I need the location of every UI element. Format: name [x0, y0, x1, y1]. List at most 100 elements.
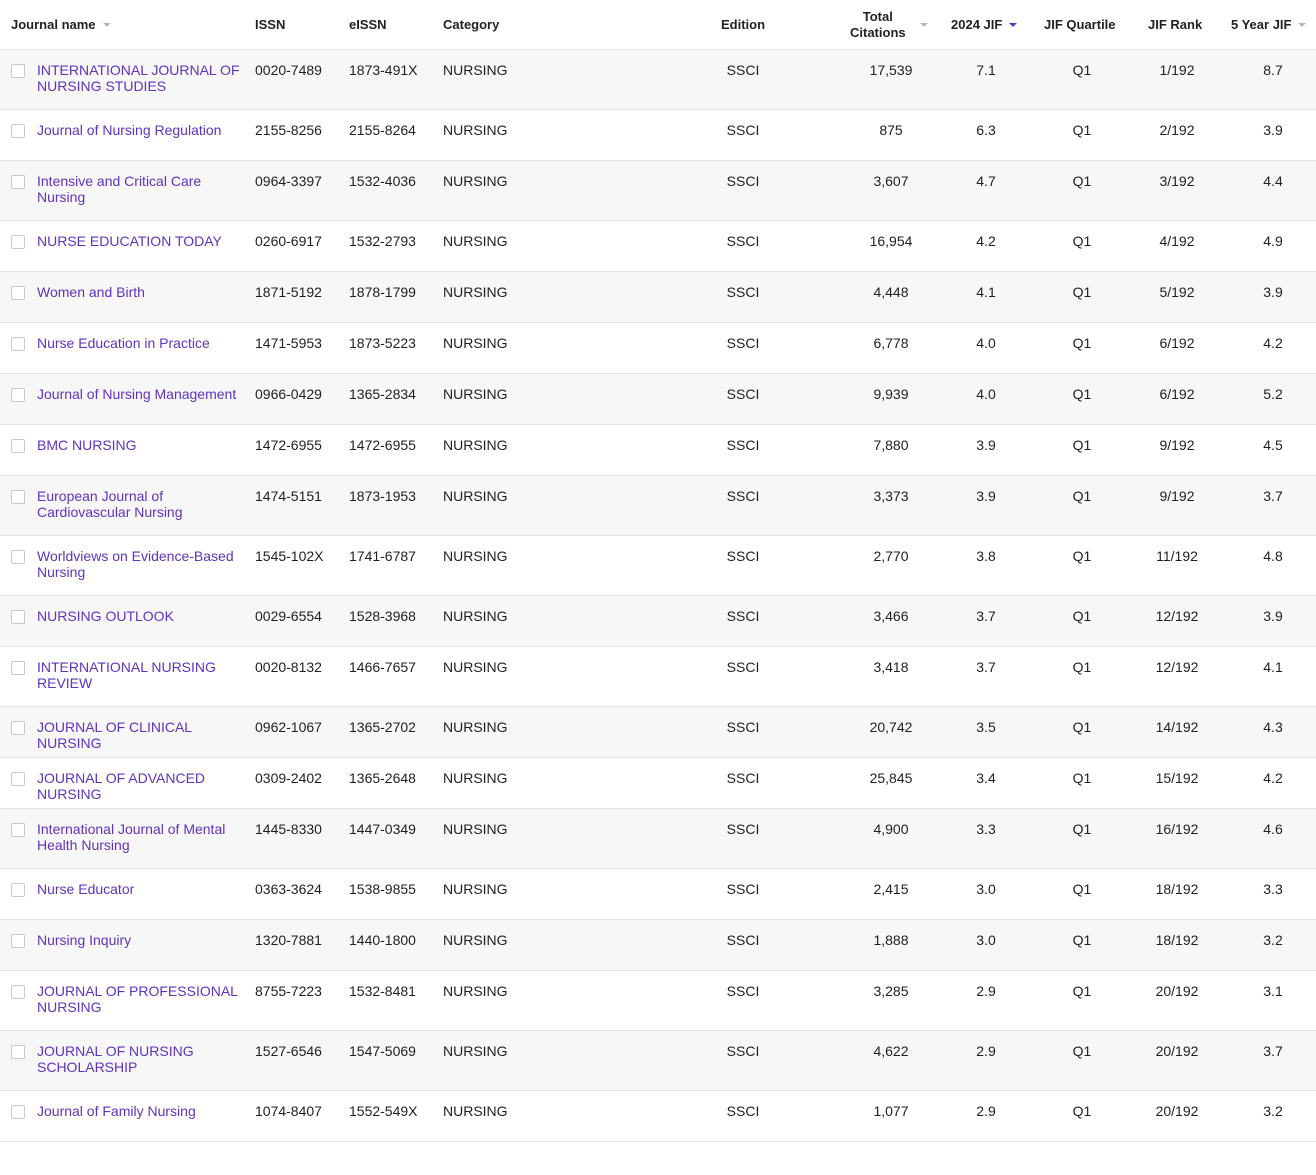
journal-name-link[interactable]: Intensive and Critical Care Nursing [37, 173, 247, 205]
jif-rank-cell: 12/192 [1155, 659, 1199, 675]
header-5-year-jif[interactable]: 5 Year JIF [1231, 0, 1307, 49]
row-checkbox[interactable] [11, 823, 25, 837]
journal-name-link[interactable]: Journal of Nursing Management [37, 386, 247, 402]
journal-name-link[interactable]: Women and Birth [37, 284, 247, 300]
table-row: Journal of Nursing Management 0966-0429 13… [0, 374, 1316, 425]
jif-cell: 4.7 [976, 173, 996, 189]
eissn-cell: 1365-2648 [349, 770, 416, 786]
row-checkbox[interactable] [11, 235, 25, 249]
jif-quartile-cell: Q1 [1072, 548, 1092, 564]
journal-name-link[interactable]: JOURNAL OF PROFESSIONAL NURSING [37, 983, 247, 1015]
total-citations-cell: 1,077 [873, 1103, 909, 1119]
journal-name-link[interactable]: NURSING OUTLOOK [37, 608, 247, 624]
issn-cell: 0964-3397 [255, 173, 322, 189]
header-total-citations[interactable]: Total Citations [850, 0, 928, 49]
journal-name-link[interactable]: Nurse Educator [37, 881, 247, 897]
row-checkbox[interactable] [11, 883, 25, 897]
five-year-jif-cell: 4.2 [1263, 770, 1283, 786]
eissn-cell: 1532-8481 [349, 983, 416, 999]
jif-rank-cell: 5/192 [1159, 284, 1195, 300]
row-checkbox[interactable] [11, 337, 25, 351]
total-citations-cell: 3,373 [873, 488, 909, 504]
jif-cell: 2.9 [976, 1103, 996, 1119]
row-checkbox[interactable] [11, 550, 25, 564]
journal-name-link[interactable]: Journal of Nursing Regulation [37, 122, 247, 138]
edition-cell: SSCI [726, 821, 760, 837]
jif-rank-cell: 15/192 [1155, 770, 1199, 786]
row-checkbox[interactable] [11, 286, 25, 300]
issn-cell: 0966-0429 [255, 386, 322, 402]
row-checkbox[interactable] [11, 610, 25, 624]
row-checkbox[interactable] [11, 64, 25, 78]
table-row: Nurse Educator 0363-3624 1538-9855 NURSING S… [0, 869, 1316, 920]
issn-cell: 0020-8132 [255, 659, 322, 675]
journal-name-link[interactable]: International Journal of Mental Health N… [37, 821, 247, 853]
category-cell: NURSING [443, 608, 508, 624]
category-cell: NURSING [443, 881, 508, 897]
edition-cell: SSCI [726, 62, 760, 78]
journal-name-link[interactable]: JOURNAL OF CLINICAL NURSING [37, 719, 247, 751]
row-checkbox[interactable] [11, 124, 25, 138]
eissn-cell: 1472-6955 [349, 437, 416, 453]
row-checkbox[interactable] [11, 1045, 25, 1059]
header-jif[interactable]: 2024 JIF [951, 0, 1018, 49]
table-row: European Journal of Cardiovascular Nursi… [0, 476, 1316, 536]
header-category-label: Category [443, 17, 500, 32]
journal-name-link[interactable]: Journal of Family Nursing [37, 1103, 247, 1119]
jif-cell: 3.9 [976, 488, 996, 504]
table-header: Journal name ISSN eISSN Category Edition… [0, 0, 1316, 50]
sort-descending-icon[interactable] [1009, 22, 1018, 27]
row-checkbox[interactable] [11, 439, 25, 453]
journal-name-link[interactable]: JOURNAL OF ADVANCED NURSING [37, 770, 247, 802]
issn-cell: 0260-6917 [255, 233, 322, 249]
journal-name-link[interactable]: INTERNATIONAL JOURNAL OF NURSING STUDIES [37, 62, 247, 94]
edition-cell: SSCI [726, 770, 760, 786]
five-year-jif-cell: 4.1 [1263, 659, 1283, 675]
jif-rank-cell: 20/192 [1155, 1043, 1199, 1059]
journal-name-link[interactable]: European Journal of Cardiovascular Nursi… [37, 488, 247, 520]
row-checkbox[interactable] [11, 721, 25, 735]
total-citations-cell: 3,418 [873, 659, 909, 675]
category-cell: NURSING [443, 233, 508, 249]
issn-cell: 0363-3624 [255, 881, 322, 897]
eissn-cell: 1552-549X [349, 1103, 418, 1119]
journal-name-link[interactable]: Worldviews on Evidence-Based Nursing [37, 548, 247, 580]
row-checkbox[interactable] [11, 934, 25, 948]
journal-name-link[interactable]: JOURNAL OF NURSING SCHOLARSHIP [37, 1043, 247, 1075]
total-citations-cell: 16,954 [869, 233, 913, 249]
journal-name-link[interactable]: Nursing Inquiry [37, 932, 247, 948]
table-row: INTERNATIONAL NURSING REVIEW 0020-8132 146… [0, 647, 1316, 707]
row-checkbox[interactable] [11, 1105, 25, 1119]
row-checkbox[interactable] [11, 388, 25, 402]
header-issn: ISSN [255, 0, 285, 49]
jif-rank-cell: 20/192 [1155, 983, 1199, 999]
issn-cell: 0962-1067 [255, 719, 322, 735]
total-citations-cell: 3,466 [873, 608, 909, 624]
row-checkbox[interactable] [11, 985, 25, 999]
jif-quartile-cell: Q1 [1072, 881, 1092, 897]
category-cell: NURSING [443, 173, 508, 189]
header-jif-label: 2024 JIF [951, 17, 1003, 32]
jif-cell: 4.0 [976, 335, 996, 351]
sort-caret-icon[interactable] [102, 22, 111, 27]
jif-quartile-cell: Q1 [1072, 62, 1092, 78]
journal-name-link[interactable]: Nurse Education in Practice [37, 335, 247, 351]
five-year-jif-cell: 3.7 [1263, 488, 1283, 504]
row-checkbox[interactable] [11, 772, 25, 786]
journal-name-link[interactable]: BMC NURSING [37, 437, 247, 453]
five-year-jif-cell: 4.9 [1263, 233, 1283, 249]
header-journal-name[interactable]: Journal name [11, 0, 111, 49]
jif-cell: 3.0 [976, 881, 996, 897]
journal-name-link[interactable]: INTERNATIONAL NURSING REVIEW [37, 659, 247, 691]
jif-cell: 2.9 [976, 1043, 996, 1059]
journal-results-table: Journal name ISSN eISSN Category Edition… [0, 0, 1316, 1142]
header-jif-quartile-label: JIF Quartile [1044, 17, 1116, 32]
category-cell: NURSING [443, 1043, 508, 1059]
row-checkbox[interactable] [11, 490, 25, 504]
sort-caret-icon[interactable] [919, 22, 928, 27]
journal-name-link[interactable]: NURSE EDUCATION TODAY [37, 233, 247, 249]
issn-cell: 1320-7881 [255, 932, 322, 948]
row-checkbox[interactable] [11, 661, 25, 675]
sort-caret-icon[interactable] [1298, 22, 1307, 27]
row-checkbox[interactable] [11, 175, 25, 189]
